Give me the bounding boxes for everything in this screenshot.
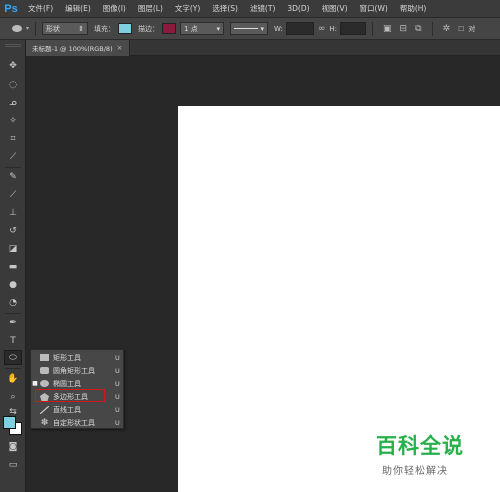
fill-color-swatch[interactable] xyxy=(118,23,133,34)
menu-help[interactable]: 帮助(H) xyxy=(394,0,433,18)
divider xyxy=(5,313,21,314)
line-tool-item[interactable]: 直线工具 U xyxy=(31,403,125,416)
rounded-rectangle-icon xyxy=(39,366,50,375)
menu-layer[interactable]: 图层(L) xyxy=(132,0,169,18)
ellipse-tool-icon[interactable]: ⬭ xyxy=(4,350,22,365)
chevron-down-icon[interactable]: ▾ xyxy=(26,25,29,32)
polygon-tool-highlight-box xyxy=(35,389,105,402)
divider xyxy=(431,21,433,36)
stroke-color-swatch[interactable] xyxy=(162,23,177,34)
rounded-rectangle-tool-item[interactable]: 圆角矩形工具 U xyxy=(31,364,125,377)
menu-view[interactable]: 视图(V) xyxy=(316,0,354,18)
path-operations-icon[interactable]: ▣ xyxy=(383,24,392,34)
foreground-color-swatch[interactable] xyxy=(3,416,16,429)
chevron-down-icon: ▾ xyxy=(260,24,265,33)
panel-grip[interactable] xyxy=(5,44,21,47)
path-alignment-icon[interactable]: ⊟ xyxy=(400,24,408,34)
pen-tool-icon[interactable]: ✒ xyxy=(4,315,22,330)
options-bar: ▾ 形状 ⇕ 填充： 描边： 1 点 ▾ ▾ W: ∞ H: ▣ ⊟ ⧉ ✲ ☐… xyxy=(0,18,500,40)
history-brush-tool-icon[interactable]: ↺ xyxy=(4,223,22,238)
tool-mode-select[interactable]: 形状 ⇕ xyxy=(42,22,89,35)
brush-tool-icon[interactable]: ⟋ xyxy=(4,187,22,202)
type-tool-icon[interactable]: T xyxy=(4,333,22,348)
divider xyxy=(5,368,21,369)
stroke-label: 描边： xyxy=(138,24,160,33)
fill-label: 填充： xyxy=(94,24,116,33)
lasso-tool-icon[interactable]: ᓄ xyxy=(4,95,22,110)
stroke-width-input[interactable]: 1 点 ▾ xyxy=(180,22,225,35)
marquee-tool-icon[interactable]: ◌ xyxy=(4,77,22,92)
align-edges-label: 对 xyxy=(468,24,476,33)
eyedropper-tool-icon[interactable]: ⟋ xyxy=(4,149,22,164)
menu-3d[interactable]: 3D(D) xyxy=(281,0,315,18)
tool-mode-value: 形状 xyxy=(46,24,61,33)
zoom-tool-icon[interactable]: ⌕ xyxy=(4,389,22,404)
document-tab[interactable]: 未标题-1 @ 100%(RGB/8) × xyxy=(26,40,130,56)
watermark-subtitle: 助你轻松解决 xyxy=(382,466,448,477)
blur-tool-icon[interactable]: ● xyxy=(4,277,22,292)
divider xyxy=(5,167,21,168)
width-input[interactable] xyxy=(285,22,314,35)
menu-file[interactable]: 文件(F) xyxy=(22,0,59,18)
custom-shape-icon: ✽ xyxy=(40,417,49,428)
stroke-width-value: 1 点 xyxy=(184,24,198,33)
ellipse-icon xyxy=(39,379,50,388)
width-label: W: xyxy=(274,24,283,33)
crop-tool-icon[interactable]: ⌗ xyxy=(4,131,22,146)
gear-icon[interactable]: ✲ xyxy=(443,24,451,34)
height-input[interactable] xyxy=(340,22,367,35)
close-icon[interactable]: × xyxy=(117,44,123,52)
document-tab-title: 未标题-1 @ 100%(RGB/8) xyxy=(32,45,113,53)
quick-mask-icon[interactable]: ◙ xyxy=(4,439,22,454)
path-arrangement-icon[interactable]: ⧉ xyxy=(415,24,421,34)
checkbox-icon[interactable]: ☐ xyxy=(458,25,464,33)
menu-image[interactable]: 图像(I) xyxy=(97,0,132,18)
watermark-title: 百科全说 xyxy=(376,434,464,458)
menu-window[interactable]: 窗口(W) xyxy=(354,0,394,18)
chevron-down-icon: ▾ xyxy=(216,24,221,33)
menu-select[interactable]: 选择(S) xyxy=(206,0,244,18)
ellipse-tool-preset-icon[interactable] xyxy=(12,25,22,32)
clone-stamp-tool-icon[interactable]: ⊥ xyxy=(4,205,22,220)
rectangle-tool-item[interactable]: 矩形工具 U xyxy=(31,351,125,364)
chevron-updown-icon: ⇕ xyxy=(78,24,85,33)
gradient-tool-icon[interactable]: ▬ xyxy=(4,259,22,274)
move-tool-icon[interactable]: ✥ xyxy=(4,58,22,73)
rectangle-icon xyxy=(39,353,50,362)
selected-marker: ■ xyxy=(32,380,38,387)
stroke-line-preview xyxy=(234,28,259,29)
divider xyxy=(372,21,374,36)
menu-filter[interactable]: 滤镜(T) xyxy=(244,0,281,18)
healing-brush-tool-icon[interactable]: ✎ xyxy=(4,169,22,184)
stroke-style-select[interactable]: ▾ xyxy=(230,22,269,35)
dodge-tool-icon[interactable]: ◔ xyxy=(4,295,22,310)
line-icon xyxy=(39,405,50,414)
photoshop-logo: Ps xyxy=(4,2,18,15)
divider xyxy=(35,21,37,36)
height-label: H: xyxy=(329,24,338,33)
menu-type[interactable]: 文字(Y) xyxy=(169,0,206,18)
menu-edit[interactable]: 编辑(E) xyxy=(59,0,97,18)
magic-wand-tool-icon[interactable]: ✧ xyxy=(4,113,22,128)
screen-mode-icon[interactable]: ▭ xyxy=(4,457,22,472)
custom-shape-tool-item[interactable]: ✽ 自定形状工具 U xyxy=(31,416,125,429)
eraser-tool-icon[interactable]: ◪ xyxy=(4,241,22,256)
shape-tool-flyout: 矩形工具 U 圆角矩形工具 U ■ 椭圆工具 U 多边形工具 U 直线工具 U … xyxy=(30,349,124,429)
hand-tool-icon[interactable]: ✋ xyxy=(4,371,22,386)
link-icon[interactable]: ∞ xyxy=(318,24,326,34)
tools-panel: ✥ ◌ ᓄ ✧ ⌗ ⟋ ✎ ⟋ ⊥ ↺ ◪ ▬ ● ◔ ✒ T ➤ ⬭ ✋ ⌕ … xyxy=(0,40,26,492)
menu-bar: Ps 文件(F) 编辑(E) 图像(I) 图层(L) 文字(Y) 选择(S) 滤… xyxy=(0,0,500,18)
document-tab-bar: 未标题-1 @ 100%(RGB/8) × xyxy=(26,40,500,56)
